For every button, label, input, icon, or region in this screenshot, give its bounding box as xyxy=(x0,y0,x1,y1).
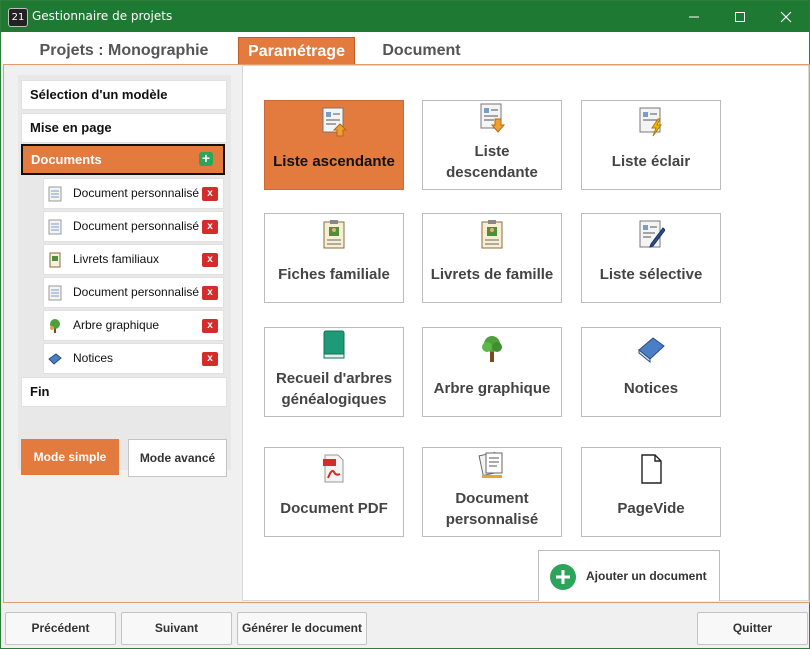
sidebar-item-documents[interactable]: Documents + xyxy=(21,144,225,175)
card-label-line2: généalogiques xyxy=(281,391,387,408)
delete-icon[interactable]: x xyxy=(202,352,218,366)
mode-simple-button[interactable]: Mode simple xyxy=(21,439,119,475)
document-icon xyxy=(48,285,62,301)
window-title: Gestionnaire de projets xyxy=(32,9,173,23)
card-page-vide[interactable]: PageVide xyxy=(581,447,721,537)
card-label: Notices xyxy=(623,380,679,397)
close-button[interactable] xyxy=(763,1,809,32)
document-types-area: Liste ascendante Liste descendante Liste… xyxy=(242,65,809,601)
card-label: Document PDF xyxy=(280,500,388,517)
minimize-button[interactable] xyxy=(671,1,717,32)
delete-icon[interactable]: x xyxy=(202,286,218,300)
title-bar: 21 Gestionnaire de projets xyxy=(1,1,809,32)
content-panel: Sélection d'un modèle Mise en page Docum… xyxy=(3,64,810,603)
document-list-item[interactable]: Arbre graphique x xyxy=(43,310,224,341)
quit-button[interactable]: Quitter xyxy=(697,612,808,645)
sidebar-item-selection-modele[interactable]: Sélection d'un modèle xyxy=(21,80,227,110)
family-sheet-icon xyxy=(323,220,345,249)
sidebar-item-mise-en-page[interactable]: Mise en page xyxy=(21,113,227,143)
delete-icon[interactable]: x xyxy=(202,220,218,234)
delete-icon[interactable]: x xyxy=(202,253,218,267)
tab-projets[interactable]: Projets : Monographie xyxy=(29,37,219,64)
add-document-plus-icon[interactable]: + xyxy=(199,151,213,166)
custom-doc-icon xyxy=(478,451,503,478)
card-document-personnalise[interactable]: Document personnalisé xyxy=(422,447,562,537)
blue-book-icon xyxy=(638,337,665,364)
document-list-item[interactable]: Document personnalisé x xyxy=(43,178,224,209)
card-label-line1: Recueil d'arbres xyxy=(275,370,393,387)
delete-icon[interactable]: x xyxy=(202,319,218,333)
book-icon xyxy=(48,353,62,365)
mode-avance-button[interactable]: Mode avancé xyxy=(128,439,227,477)
blank-page-icon xyxy=(641,454,662,484)
document-list-item[interactable]: Notices x xyxy=(43,343,224,374)
card-label: Arbre graphique xyxy=(433,380,551,397)
card-label-line2: personnalisé xyxy=(445,511,539,528)
card-label-line2: descendante xyxy=(446,164,538,181)
document-icon xyxy=(48,186,62,202)
card-fiches-familiale[interactable]: Fiches familiale xyxy=(264,213,404,303)
card-label-line1: Liste xyxy=(474,143,510,160)
pdf-icon xyxy=(323,454,344,483)
card-label: Livrets de famille xyxy=(430,266,554,283)
document-item-label: Notices xyxy=(73,351,114,365)
document-list-item[interactable]: Document personnalisé x xyxy=(43,277,224,308)
tab-document[interactable]: Document xyxy=(369,37,474,64)
card-liste-eclair[interactable]: Liste éclair xyxy=(581,100,721,190)
main-window: 21 Gestionnaire de projets Projets : Mon… xyxy=(0,0,810,649)
sidebar: Sélection d'un modèle Mise en page Docum… xyxy=(18,75,231,477)
tab-bar: Projets : Monographie Paramétrage Docume… xyxy=(1,32,809,65)
close-icon xyxy=(780,11,792,23)
minimize-icon xyxy=(689,16,699,18)
document-list-item[interactable]: Document personnalisé x xyxy=(43,211,224,242)
add-document-label: Ajouter un document xyxy=(586,569,707,583)
tree-icon xyxy=(50,319,60,333)
card-notices[interactable]: Notices xyxy=(581,327,721,417)
document-item-label: Arbre graphique xyxy=(73,318,160,332)
tree-icon xyxy=(482,336,502,362)
previous-button[interactable]: Précédent xyxy=(5,612,116,645)
card-label: PageVide xyxy=(617,500,685,517)
family-booklet-icon xyxy=(481,220,503,249)
card-livrets-de-famille[interactable]: Livrets de famille xyxy=(422,213,562,303)
card-label: Liste éclair xyxy=(611,153,691,170)
booklet-icon xyxy=(49,252,61,268)
maximize-icon xyxy=(735,12,745,22)
card-arbre-graphique[interactable]: Arbre graphique xyxy=(422,327,562,417)
selective-list-icon xyxy=(639,220,665,248)
maximize-button[interactable] xyxy=(717,1,763,32)
list-down-icon xyxy=(480,103,506,133)
green-book-icon xyxy=(323,330,345,359)
card-liste-ascendante[interactable]: Liste ascendante xyxy=(264,100,404,190)
document-item-label: Document personnalisé xyxy=(73,219,200,233)
add-document-button[interactable]: Ajouter un document xyxy=(538,550,720,601)
document-item-label: Livrets familiaux xyxy=(73,252,160,266)
document-item-label: Document personnalisé xyxy=(73,285,200,299)
list-up-icon xyxy=(322,107,348,137)
generate-document-button[interactable]: Générer le document xyxy=(237,612,367,645)
document-list-item[interactable]: Livrets familiaux x xyxy=(43,244,224,275)
card-label: Fiches familiale xyxy=(278,266,390,283)
app-icon: 21 xyxy=(8,8,28,27)
list-flash-icon xyxy=(639,107,662,137)
card-label: Liste ascendante xyxy=(273,153,395,170)
card-document-pdf[interactable]: Document PDF xyxy=(264,447,404,537)
card-liste-selective[interactable]: Liste sélective xyxy=(581,213,721,303)
document-item-label: Document personnalisé xyxy=(73,186,200,200)
document-icon xyxy=(48,219,62,235)
delete-icon[interactable]: x xyxy=(202,187,218,201)
card-label: Liste sélective xyxy=(599,266,703,283)
tab-parametrage[interactable]: Paramétrage xyxy=(238,37,355,65)
add-circle-icon xyxy=(550,564,576,590)
next-button[interactable]: Suivant xyxy=(121,612,232,645)
sidebar-item-fin[interactable]: Fin xyxy=(21,377,227,407)
card-recueil-arbres[interactable]: Recueil d'arbres généalogiques xyxy=(264,327,404,417)
sidebar-item-label: Documents xyxy=(31,152,102,167)
card-label-line1: Document xyxy=(455,490,529,507)
card-liste-descendante[interactable]: Liste descendante xyxy=(422,100,562,190)
